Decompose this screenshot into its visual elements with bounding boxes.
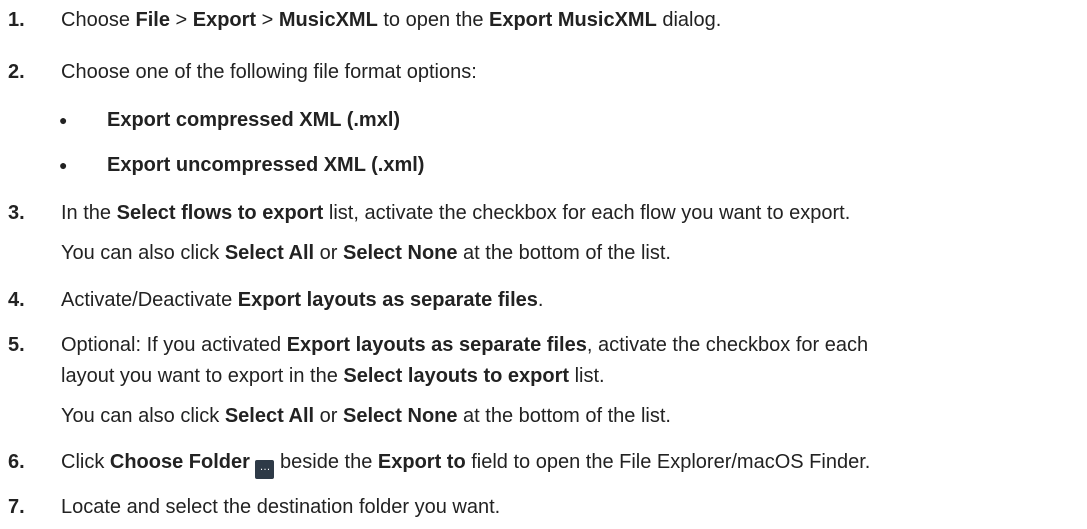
text: You can also click bbox=[61, 405, 225, 427]
text: > bbox=[169, 9, 193, 31]
text: list. bbox=[569, 365, 605, 387]
text: layout you want to export in the bbox=[61, 365, 344, 387]
step-number: 6. bbox=[8, 451, 25, 473]
step-text-continued: layout you want to export in the Select … bbox=[61, 362, 605, 390]
step-number: 3. bbox=[8, 202, 25, 224]
step-text: Optional: If you activated Export layout… bbox=[61, 331, 868, 359]
menu-file: File bbox=[135, 9, 170, 31]
button-name: Choose Folder bbox=[109, 451, 250, 473]
menu-musicxml: MusicXML bbox=[278, 9, 378, 31]
text: Optional: If you activated bbox=[61, 334, 287, 356]
text: You can also click bbox=[61, 242, 225, 264]
menu-export: Export bbox=[192, 9, 257, 31]
step-text: Choose one of the following file format … bbox=[61, 61, 477, 83]
text: Activate/Deactivate bbox=[61, 289, 238, 311]
text: at the bottom of the list. bbox=[457, 405, 671, 427]
step-text: Locate and select the destination folder… bbox=[61, 496, 501, 518]
select-all-label: Select All bbox=[224, 405, 315, 427]
option-name: Export layouts as separate files bbox=[286, 334, 587, 356]
select-none-label: Select None bbox=[343, 405, 458, 427]
bullet-icon: ● bbox=[59, 157, 68, 173]
text: In the bbox=[61, 202, 117, 224]
text: . bbox=[537, 289, 544, 311]
text: or bbox=[314, 405, 344, 427]
step-number: 1. bbox=[8, 9, 25, 31]
dialog-name: Export MusicXML bbox=[489, 9, 657, 31]
text: dialog. bbox=[656, 9, 722, 31]
step-number: 4. bbox=[8, 289, 25, 311]
step-text: Activate/Deactivate Export layouts as se… bbox=[61, 286, 543, 314]
field-name: Export to bbox=[377, 451, 466, 473]
list-name: Select flows to export bbox=[116, 202, 324, 224]
option-label: Export uncompressed XML (.xml) bbox=[107, 154, 425, 176]
choose-folder-icon: … bbox=[255, 460, 275, 479]
text: Click bbox=[61, 451, 110, 473]
select-all-label: Select All bbox=[224, 242, 315, 264]
select-none-label: Select None bbox=[343, 242, 458, 264]
step-text: Click Choose Folder … beside the Export … bbox=[61, 448, 870, 479]
instruction-list: 1. Choose File > Export > MusicXML to op… bbox=[0, 0, 1087, 529]
option-label: Export compressed XML (.mxl) bbox=[107, 109, 401, 131]
step-number: 2. bbox=[8, 61, 25, 83]
step-note: You can also click Select All or Select … bbox=[61, 402, 671, 430]
step-note: You can also click Select All or Select … bbox=[61, 239, 671, 267]
text: > bbox=[256, 9, 279, 31]
step-text: Choose File > Export > MusicXML to open … bbox=[61, 6, 721, 34]
text: to open the bbox=[377, 9, 489, 31]
bullet-icon: ● bbox=[59, 112, 68, 128]
text: at the bottom of the list. bbox=[457, 242, 671, 264]
step-number: 5. bbox=[8, 334, 25, 356]
text: Choose bbox=[61, 9, 136, 31]
text: field to open the File Explorer/macOS Fi… bbox=[465, 451, 871, 473]
option-name: Export layouts as separate files bbox=[237, 289, 538, 311]
step-text: In the Select flows to export list, acti… bbox=[61, 199, 850, 227]
text: or bbox=[314, 242, 344, 264]
text: beside the bbox=[274, 451, 378, 473]
text: list, activate the checkbox for each flo… bbox=[323, 202, 851, 224]
list-name: Select layouts to export bbox=[343, 365, 570, 387]
text: , activate the checkbox for each bbox=[586, 334, 869, 356]
step-number: 7. bbox=[8, 496, 25, 518]
